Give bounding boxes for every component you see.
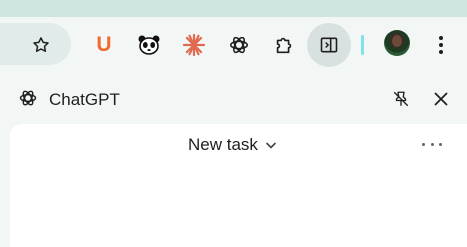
task-title-dropdown[interactable]: New task xyxy=(188,135,278,155)
chevron-down-icon xyxy=(265,142,276,149)
side-panel-header: ChatGPT xyxy=(0,72,467,124)
chatgpt-logo-icon xyxy=(19,90,37,106)
tab-strip xyxy=(0,0,467,17)
profile-avatar[interactable] xyxy=(384,30,410,56)
side-panel-title: ChatGPT xyxy=(49,90,120,109)
openai-extension-icon[interactable] xyxy=(224,30,254,60)
more-horizontal-icon[interactable] xyxy=(422,138,442,150)
bookmark-star-icon[interactable] xyxy=(26,30,56,60)
claude-extension-icon[interactable] xyxy=(179,30,209,60)
close-icon[interactable] xyxy=(430,88,452,110)
extension-u-icon[interactable]: U xyxy=(89,30,119,60)
unpin-icon[interactable] xyxy=(390,88,412,110)
browser-menu-icon[interactable] xyxy=(426,30,456,60)
task-title-label: New task xyxy=(188,135,258,154)
browser-toolbar: U xyxy=(0,17,467,72)
side-panel-icon xyxy=(320,37,338,53)
side-panel-button[interactable] xyxy=(307,23,351,67)
extensions-puzzle-icon[interactable] xyxy=(269,30,299,60)
toolbar-separator xyxy=(361,35,364,55)
chat-content-area: New task xyxy=(10,124,467,247)
extension-u-label: U xyxy=(96,33,112,56)
panda-extension-icon[interactable] xyxy=(134,30,164,60)
